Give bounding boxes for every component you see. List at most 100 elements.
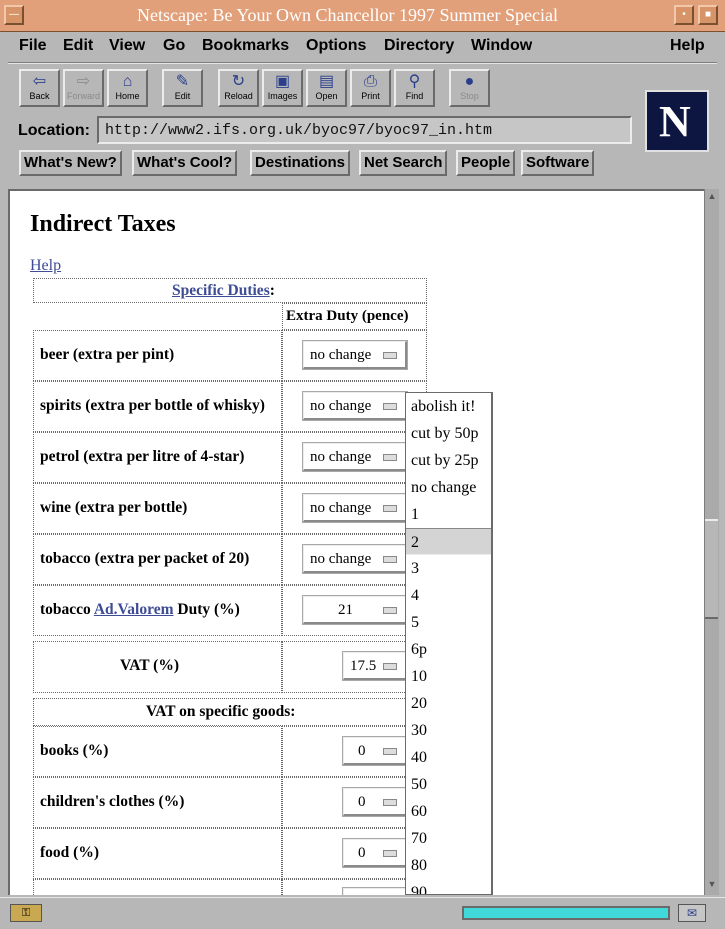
dropdown-option[interactable]: 20 xyxy=(406,690,491,717)
select-value: no change xyxy=(310,449,372,465)
dropdown-option[interactable]: no change xyxy=(406,474,491,501)
images-button[interactable]: ▣ Images xyxy=(262,69,303,107)
forward-button[interactable]: ⇨ Forward xyxy=(63,69,104,107)
stop-icon: ● xyxy=(464,73,475,90)
minimize-button[interactable]: • xyxy=(674,5,694,25)
select-value: no change xyxy=(310,398,372,414)
select-value: 21 xyxy=(338,602,353,618)
select-value: no change xyxy=(310,551,372,567)
row-label: wine (extra per bottle) xyxy=(40,499,188,516)
print-button[interactable]: ⎙ Print xyxy=(350,69,391,107)
menu-go[interactable]: Go xyxy=(163,37,185,55)
reload-button[interactable]: ↻ Reload xyxy=(218,69,259,107)
menu-view[interactable]: View xyxy=(109,37,145,55)
software-button[interactable]: Software xyxy=(521,150,595,176)
dropdown-option[interactable]: abolish it! xyxy=(406,393,491,420)
pencil-icon: ✎ xyxy=(175,73,190,90)
dropdown-option[interactable]: cut by 50p xyxy=(406,420,491,447)
reload-label: Reload xyxy=(224,91,253,101)
dropdown-option[interactable]: 1 xyxy=(406,501,491,528)
find-button[interactable]: ⚲ Find xyxy=(394,69,435,107)
back-button[interactable]: ⇦ Back xyxy=(19,69,60,107)
menu-directory[interactable]: Directory xyxy=(384,37,454,55)
food-vat-select[interactable]: 0 xyxy=(343,839,407,867)
spirits-duty-select[interactable]: no change xyxy=(303,392,407,420)
row-label: books (%) xyxy=(40,742,109,759)
vat-label: VAT (%) xyxy=(120,657,179,674)
tobacco-advalorem-select[interactable]: 21 xyxy=(303,596,407,624)
select-indicator-icon xyxy=(383,505,397,512)
netscape-logo[interactable]: N xyxy=(645,90,709,152)
security-key-icon[interactable]: ⚿ xyxy=(10,904,42,922)
menu-bookmarks[interactable]: Bookmarks xyxy=(202,37,289,55)
vertical-scrollbar[interactable]: ▲ ▼ xyxy=(704,189,719,895)
dropdown-option[interactable]: 10 xyxy=(406,663,491,690)
open-button[interactable]: ▤ Open xyxy=(306,69,347,107)
menu-file[interactable]: File xyxy=(19,37,47,55)
tobacco-prefix: tobacco xyxy=(40,601,91,618)
dropdown-option[interactable]: 5 xyxy=(406,609,491,636)
childrens-clothes-vat-select[interactable]: 0 xyxy=(343,788,407,816)
dropdown-option[interactable]: 3 xyxy=(406,555,491,582)
menu-edit[interactable]: Edit xyxy=(63,37,93,55)
partial-select[interactable] xyxy=(343,888,407,895)
net-search-button[interactable]: Net Search xyxy=(359,150,448,176)
vat-select[interactable]: 17.5 xyxy=(343,652,407,680)
dropdown-option[interactable]: 30 xyxy=(406,717,491,744)
petrol-duty-select[interactable]: no change xyxy=(303,443,407,471)
books-vat-select[interactable]: 0 xyxy=(343,737,407,765)
netscape-n-icon: N xyxy=(659,97,691,146)
wine-duty-select[interactable]: no change xyxy=(303,494,407,522)
stop-label: Stop xyxy=(460,91,479,101)
location-input[interactable]: http://www2.ifs.org.uk/byoc97/byoc97_in.… xyxy=(97,116,632,144)
dropdown-option[interactable]: 90 xyxy=(406,879,491,894)
dropdown-option[interactable]: 80 xyxy=(406,852,491,879)
dropdown-option[interactable]: 70 xyxy=(406,825,491,852)
menu-options[interactable]: Options xyxy=(306,37,366,55)
dropdown-option[interactable]: 50 xyxy=(406,771,491,798)
row-label: beer (extra per pint) xyxy=(40,346,175,363)
table-cell: no change xyxy=(282,330,427,381)
row-label: spirits (extra per bottle of whisky) xyxy=(40,397,265,414)
ad-valorem-link[interactable]: Ad.Valorem xyxy=(94,601,174,618)
beer-duty-select[interactable]: no change xyxy=(303,341,407,369)
scroll-thumb[interactable] xyxy=(705,519,718,619)
maximize-button[interactable]: ■ xyxy=(698,5,718,25)
select-indicator-icon xyxy=(383,352,397,359)
find-label: Find xyxy=(405,91,424,101)
whats-cool-button[interactable]: What's Cool? xyxy=(132,150,238,176)
scroll-down-icon[interactable]: ▼ xyxy=(706,879,718,893)
row-label: food (%) xyxy=(40,844,99,861)
dropdown-option[interactable]: 40 xyxy=(406,744,491,771)
dropdown-list[interactable]: abolish it! cut by 50p cut by 25p no change… xyxy=(405,392,493,895)
dropdown-option[interactable]: 4 xyxy=(406,582,491,609)
stop-button[interactable]: ● Stop xyxy=(449,69,490,107)
select-value: no change xyxy=(310,347,372,363)
progress-bar xyxy=(462,906,670,920)
dropdown-option[interactable]: 6p xyxy=(406,636,491,663)
people-button[interactable]: People xyxy=(456,150,516,176)
dropdown-option[interactable]: cut by 25p xyxy=(406,447,491,474)
browser-chrome: File Edit View Go Bookmarks Options Dire… xyxy=(0,32,725,187)
tobacco-duty-select[interactable]: no change xyxy=(303,545,407,573)
select-value: 0 xyxy=(358,845,366,861)
specific-duties-link[interactable]: Specific Duties xyxy=(172,282,270,299)
menu-window[interactable]: Window xyxy=(471,37,532,55)
destinations-button[interactable]: Destinations xyxy=(250,150,351,176)
mail-icon[interactable]: ✉ xyxy=(678,904,706,922)
menu-help[interactable]: Help xyxy=(670,37,705,55)
print-label: Print xyxy=(361,91,380,101)
help-link[interactable]: Help xyxy=(30,257,61,275)
table-row: wine (extra per bottle) xyxy=(33,483,282,534)
select-indicator-icon xyxy=(383,454,397,461)
dropdown-option[interactable]: 2 xyxy=(406,528,491,555)
whats-new-button[interactable]: What's New? xyxy=(19,150,122,176)
dropdown-option[interactable]: 60 xyxy=(406,798,491,825)
forward-arrow-icon: ⇨ xyxy=(76,73,91,90)
back-label: Back xyxy=(29,91,50,101)
edit-button[interactable]: ✎ Edit xyxy=(162,69,203,107)
window-menu-button[interactable]: — xyxy=(4,5,24,25)
table-row: children's clothes (%) xyxy=(33,777,282,828)
scroll-up-icon[interactable]: ▲ xyxy=(706,191,718,205)
home-button[interactable]: ⌂ Home xyxy=(107,69,148,107)
